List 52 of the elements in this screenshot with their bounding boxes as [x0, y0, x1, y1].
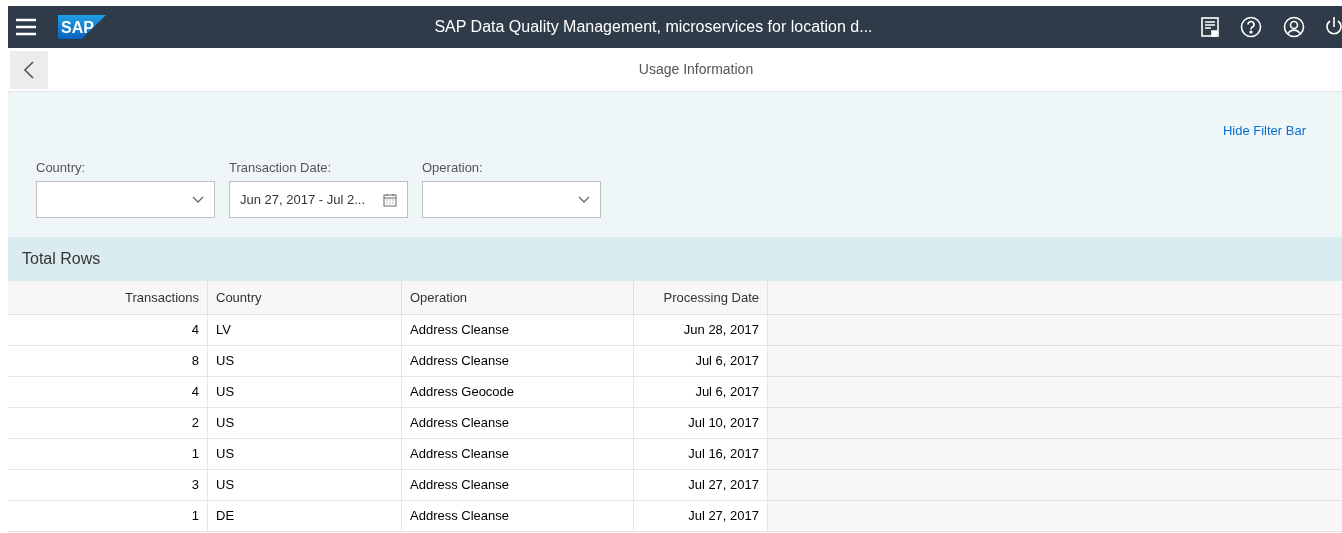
table-cell-text: 2 — [191, 414, 199, 433]
table-cell-text: US — [216, 352, 235, 371]
table-cell-text: 1 — [191, 507, 199, 526]
table-cell-text: US — [216, 476, 235, 495]
filter-label: Transaction Date: — [229, 158, 333, 177]
chevron-down-icon — [578, 195, 590, 204]
table-cell-text: 3 — [191, 476, 199, 495]
notes-icon[interactable] — [1201, 17, 1219, 37]
table-cell-text: DE — [216, 507, 235, 526]
column-header: Processing Date — [663, 288, 759, 307]
table-cell-text: 1 — [191, 445, 199, 464]
table-cell-text: Jul 27, 2017 — [688, 507, 759, 526]
help-icon[interactable] — [1240, 16, 1262, 38]
table-cell-text: LV — [216, 321, 231, 340]
table-cell-text: Address Cleanse — [410, 321, 509, 340]
table-cell-text: Jul 10, 2017 — [688, 414, 759, 433]
chevron-down-icon — [192, 195, 204, 204]
table-cell-text: Jul 6, 2017 — [695, 383, 759, 402]
page-title: Usage Information — [638, 61, 754, 77]
table-cell-text: US — [216, 414, 235, 433]
calendar-icon — [383, 192, 397, 207]
hide-filter-bar-link[interactable]: Hide Filter Bar — [1222, 121, 1306, 141]
back-icon — [24, 60, 34, 79]
table-title: Total Rows — [22, 249, 101, 269]
column-header: Country — [216, 288, 262, 307]
date-range-field[interactable]: Jun 27, 2017 - Jul 2... — [229, 181, 408, 218]
table-cell-text: US — [216, 445, 235, 464]
back-button[interactable] — [10, 50, 48, 89]
table-cell-text: Address Cleanse — [410, 414, 509, 433]
table-cell-text: Address Cleanse — [410, 476, 509, 495]
table-cell-text: 4 — [191, 321, 199, 340]
user-icon[interactable] — [1283, 16, 1305, 38]
filter-label: Operation: — [422, 158, 484, 177]
table-cell-text: US — [216, 383, 235, 402]
dropdown-field[interactable] — [422, 181, 601, 218]
table-cell-text: Address Cleanse — [410, 445, 509, 464]
app-title: SAP Data Quality Management, microservices for location d... — [434, 18, 873, 35]
menu-icon[interactable] — [15, 18, 37, 36]
table-cell-text: Jul 27, 2017 — [688, 476, 759, 495]
table-cell-text: Jul 6, 2017 — [695, 352, 759, 371]
table-cell-text: Address Geocode — [410, 383, 515, 402]
filter-label: Country: — [36, 158, 87, 177]
table-cell-text: Address Cleanse — [410, 352, 509, 371]
dropdown-field[interactable] — [36, 181, 215, 218]
column-header: Operation — [410, 288, 468, 307]
logo-icon[interactable]: SAP — [58, 15, 106, 39]
table-cell-text: 8 — [191, 352, 199, 371]
table-cell-text: Jul 16, 2017 — [688, 445, 759, 464]
table-cell-text: Jun 28, 2017 — [683, 321, 759, 340]
table-cell-text: 4 — [191, 383, 199, 402]
table-cell-text: Address Cleanse — [410, 507, 509, 526]
column-header: Transactions — [125, 288, 199, 307]
